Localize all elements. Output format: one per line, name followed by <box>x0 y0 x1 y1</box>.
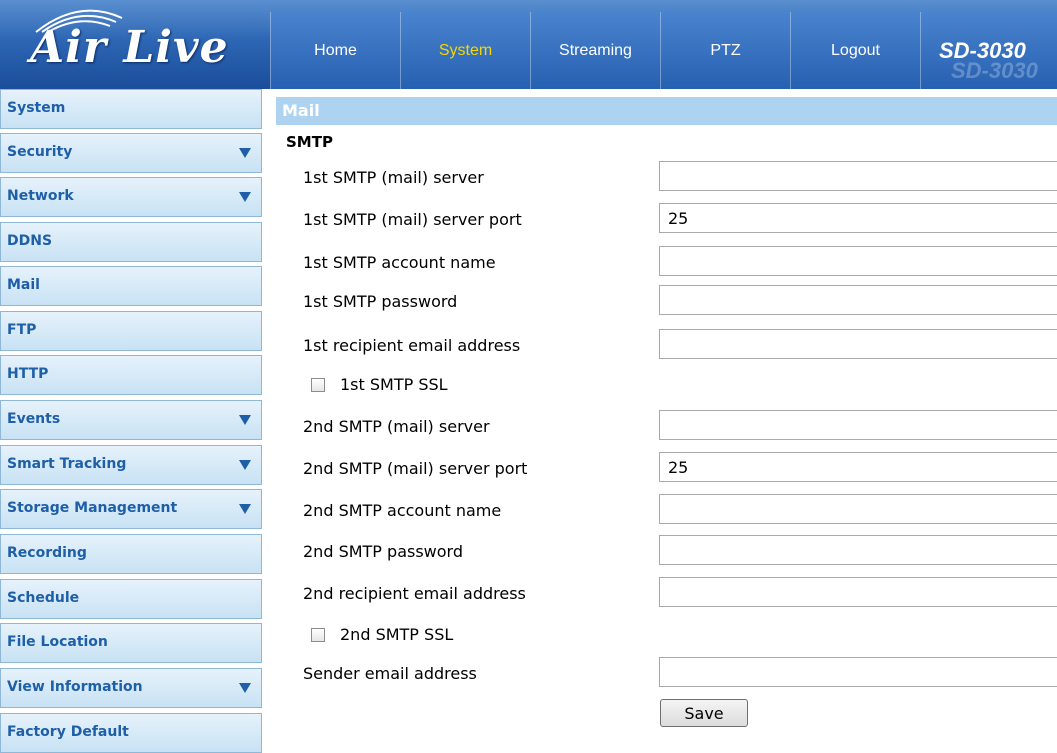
sidebar-item-label: HTTP <box>7 366 49 382</box>
smtp-heading: SMTP <box>286 133 333 151</box>
sidebar-item-label: Events <box>7 411 61 427</box>
sidebar-item-network[interactable]: Network <box>0 177 262 217</box>
nav-streaming[interactable]: Streaming <box>530 12 660 89</box>
triangle-down-icon <box>239 148 251 158</box>
sidebar-item-ftp[interactable]: FTP <box>0 311 262 351</box>
smtp2-ssl-label: 2nd SMTP SSL <box>340 625 454 644</box>
sidebar-item-label: Smart Tracking <box>7 456 127 472</box>
triangle-down-icon <box>239 504 251 514</box>
sidebar-item-label: Recording <box>7 545 87 561</box>
smtp1-ssl-row[interactable]: 1st SMTP SSL <box>311 375 448 394</box>
sidebar-item-file-location[interactable]: File Location <box>0 623 262 663</box>
sidebar-item-security[interactable]: Security <box>0 133 262 173</box>
sidebar-item-label: FTP <box>7 322 37 338</box>
smtp1-server-input[interactable] <box>659 161 1057 191</box>
sidebar-item-label: Factory Default <box>7 724 129 740</box>
sidebar-item-label: System <box>7 100 66 116</box>
sidebar-item-label: Storage Management <box>7 500 178 516</box>
nav-home[interactable]: Home <box>270 12 400 89</box>
sidebar-item-events[interactable]: Events <box>0 400 262 440</box>
logo-text: Air Live <box>30 22 229 73</box>
triangle-down-icon <box>239 192 251 202</box>
sidebar-item-label: File Location <box>7 634 108 650</box>
section-title: Mail <box>276 97 1057 125</box>
sidebar-item-factory-default[interactable]: Factory Default <box>0 713 262 753</box>
smtp2-ssl-row[interactable]: 2nd SMTP SSL <box>311 625 453 644</box>
smtp2-account-label: 2nd SMTP account name <box>303 501 502 520</box>
smtp2-account-input[interactable] <box>659 494 1057 524</box>
smtp1-ssl-label: 1st SMTP SSL <box>340 375 448 394</box>
sender-label: Sender email address <box>303 664 477 683</box>
triangle-down-icon <box>239 415 251 425</box>
nav-logout[interactable]: Logout <box>790 12 920 89</box>
smtp1-account-label: 1st SMTP account name <box>303 253 496 272</box>
triangle-down-icon <box>239 460 251 470</box>
sidebar-item-label: Security <box>7 144 73 160</box>
sidebar-item-smart-tracking[interactable]: Smart Tracking <box>0 445 262 485</box>
recipient2-label: 2nd recipient email address <box>303 584 526 603</box>
recipient1-label: 1st recipient email address <box>303 336 521 355</box>
sidebar-item-label: DDNS <box>7 233 53 249</box>
model-reflection: SD-3030 <box>951 58 1038 83</box>
sidebar-item-recording[interactable]: Recording <box>0 534 262 574</box>
smtp2-server-input[interactable] <box>659 410 1057 440</box>
sender-input[interactable] <box>659 657 1057 687</box>
save-button[interactable]: Save <box>660 699 748 727</box>
sidebar-item-storage-management[interactable]: Storage Management <box>0 489 262 529</box>
sidebar-item-system[interactable]: System <box>0 89 262 129</box>
sidebar-item-label: Network <box>7 188 74 204</box>
smtp1-password-label: 1st SMTP password <box>303 292 458 311</box>
header: Air Live Home System Streaming PTZ Logou… <box>0 0 1057 89</box>
recipient1-input[interactable] <box>659 329 1057 359</box>
smtp2-ssl-checkbox[interactable] <box>311 627 325 642</box>
triangle-down-icon <box>239 683 251 693</box>
smtp2-password-label: 2nd SMTP password <box>303 542 463 561</box>
sidebar-item-view-information[interactable]: View Information <box>0 668 262 708</box>
sidebar: System Security Network DDNS Mail FTP HT… <box>0 89 262 753</box>
recipient2-input[interactable] <box>659 577 1057 607</box>
sidebar-item-ddns[interactable]: DDNS <box>0 222 262 262</box>
smtp1-account-input[interactable] <box>659 246 1057 276</box>
main-content: Mail SMTP 1st SMTP (mail) server 1st SMT… <box>270 89 1057 749</box>
sidebar-item-http[interactable]: HTTP <box>0 355 262 395</box>
smtp1-ssl-checkbox[interactable] <box>311 377 325 392</box>
nav-system[interactable]: System <box>400 12 530 89</box>
smtp1-password-input[interactable] <box>659 285 1057 315</box>
logo: Air Live <box>0 0 270 89</box>
smtp2-server-label: 2nd SMTP (mail) server <box>303 417 490 436</box>
top-nav: Home System Streaming PTZ Logout SD-3030… <box>270 12 1057 89</box>
smtp1-port-input[interactable] <box>659 203 1057 233</box>
sidebar-item-label: Schedule <box>7 590 80 606</box>
smtp2-port-input[interactable] <box>659 452 1057 482</box>
smtp2-password-input[interactable] <box>659 535 1057 565</box>
sidebar-item-schedule[interactable]: Schedule <box>0 579 262 619</box>
smtp2-port-label: 2nd SMTP (mail) server port <box>303 459 528 478</box>
sidebar-item-label: View Information <box>7 679 143 695</box>
model-name: SD-3030 SD-3030 <box>920 12 1057 89</box>
sidebar-item-label: Mail <box>7 277 40 293</box>
nav-ptz[interactable]: PTZ <box>660 12 790 89</box>
sidebar-item-mail[interactable]: Mail <box>0 266 262 306</box>
smtp1-server-label: 1st SMTP (mail) server <box>303 168 484 187</box>
smtp1-port-label: 1st SMTP (mail) server port <box>303 210 522 229</box>
